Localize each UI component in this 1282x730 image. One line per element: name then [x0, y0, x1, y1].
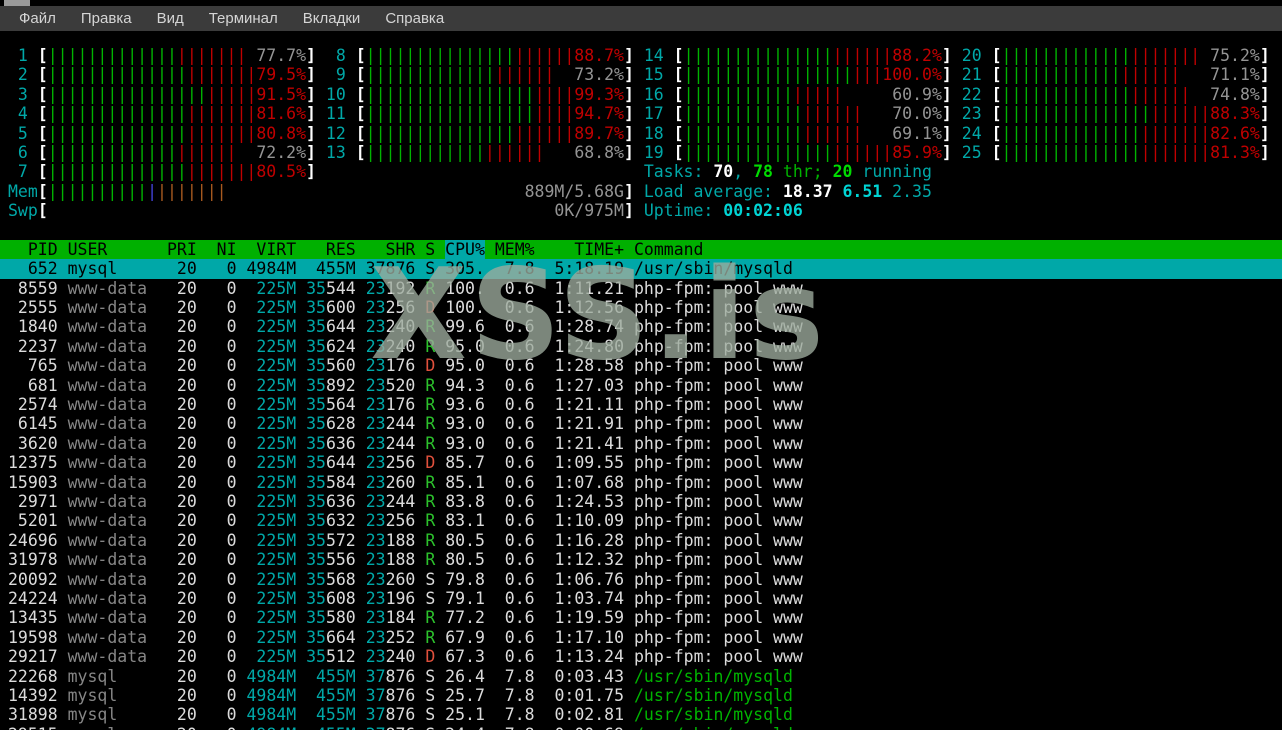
meter-row: 7 [|||||||||||||||||||||80.5%] Tasks: 70…: [8, 162, 932, 182]
menu-help[interactable]: Справка: [376, 8, 453, 29]
process-row[interactable]: 29515 mysql 20 0 4984M 455M 37876 S 24.4…: [0, 725, 1282, 730]
meter-row: 4 [|||||||||||||||||||||81.6%] 11 [|||||…: [8, 104, 1270, 124]
column-header-CPU%[interactable]: CPU%: [445, 239, 485, 259]
process-row[interactable]: 2555 www-data 20 0 225M 35600 23256 D 10…: [0, 298, 1282, 317]
htop-output: 1 [|||||||||||||||||||| 77.7%] 8 [||||||…: [0, 46, 1282, 730]
process-row[interactable]: 8559 www-data 20 0 225M 35544 23192 R 10…: [0, 279, 1282, 298]
process-row[interactable]: 31978 www-data 20 0 225M 35556 23188 R 8…: [0, 550, 1282, 569]
menu-tabs[interactable]: Вкладки: [294, 8, 370, 29]
process-table: PID USER PRI NI VIRT RES SHR S CPU% MEM%…: [0, 239, 1282, 730]
column-header-RES[interactable]: RES: [306, 240, 356, 259]
table-header: PID USER PRI NI VIRT RES SHR S CPU% MEM%…: [0, 239, 1282, 260]
cpu-meters: 1 [|||||||||||||||||||| 77.7%] 8 [||||||…: [0, 46, 1282, 221]
process-row[interactable]: 15903 www-data 20 0 225M 35584 23260 R 8…: [0, 473, 1282, 492]
menu-file[interactable]: Файл: [10, 8, 65, 29]
process-row[interactable]: 14392 mysql 20 0 4984M 455M 37876 S 25.7…: [0, 686, 1282, 705]
process-row[interactable]: 20092 www-data 20 0 225M 35568 23260 S 7…: [0, 570, 1282, 589]
process-row[interactable]: 765 www-data 20 0 225M 35560 23176 D 95.…: [0, 356, 1282, 375]
process-row[interactable]: 22268 mysql 20 0 4984M 455M 37876 S 26.4…: [0, 667, 1282, 686]
process-row[interactable]: 12375 www-data 20 0 225M 35644 23256 D 8…: [0, 453, 1282, 472]
column-header-MEM%[interactable]: MEM%: [495, 240, 535, 259]
column-header-SHR[interactable]: SHR: [366, 240, 416, 259]
process-row[interactable]: 13435 www-data 20 0 225M 35580 23184 R 7…: [0, 608, 1282, 627]
process-row[interactable]: 2574 www-data 20 0 225M 35564 23176 R 93…: [0, 395, 1282, 414]
meter-row: 6 [||||||||||||||||||| 72.2%] 13 [||||||…: [8, 142, 1270, 162]
process-row[interactable]: 5201 www-data 20 0 225M 35632 23256 R 83…: [0, 511, 1282, 530]
blank-line: [0, 221, 1282, 240]
menu-view[interactable]: Вид: [148, 8, 193, 29]
column-header-TIME+[interactable]: TIME+: [545, 240, 624, 259]
process-row[interactable]: 6145 www-data 20 0 225M 35628 23244 R 93…: [0, 414, 1282, 433]
process-row[interactable]: 2237 www-data 20 0 225M 35624 23240 R 95…: [0, 337, 1282, 356]
menu-terminal[interactable]: Терминал: [200, 8, 287, 29]
meter-row: 2 [|||||||||||||||||||||79.5%] 9 [||||||…: [8, 65, 1270, 85]
process-row[interactable]: 19598 www-data 20 0 225M 35664 23252 R 6…: [0, 628, 1282, 647]
meter-row: 3 [|||||||||||||||||||||91.5%] 10 [|||||…: [8, 84, 1270, 104]
meter-row: Swp[ 0K/975M] Uptime: 00:02:06: [8, 201, 803, 221]
process-row[interactable]: 2971 www-data 20 0 225M 35636 23244 R 83…: [0, 492, 1282, 511]
column-header-USER[interactable]: USER: [68, 240, 157, 259]
column-header-PRI[interactable]: PRI: [167, 240, 197, 259]
process-row-selected[interactable]: 652 mysql 20 0 4984M 455M 37876 S 305. 7…: [0, 259, 1282, 279]
process-row[interactable]: 29217 www-data 20 0 225M 35512 23240 D 6…: [0, 647, 1282, 666]
column-header-VIRT[interactable]: VIRT: [246, 240, 296, 259]
menubar: Файл Правка Вид Терминал Вкладки Справка: [0, 6, 1282, 31]
meter-row: 5 [|||||||||||||||||||||80.8%] 12 [|||||…: [8, 123, 1270, 143]
column-header-Command[interactable]: Command: [634, 240, 704, 259]
column-header-S[interactable]: S: [425, 240, 435, 259]
process-row[interactable]: 1840 www-data 20 0 225M 35644 23240 R 99…: [0, 317, 1282, 336]
meter-row: 1 [|||||||||||||||||||| 77.7%] 8 [||||||…: [8, 46, 1270, 65]
column-header-NI[interactable]: NI: [207, 240, 237, 259]
meter-row: Mem[|||||||||||||||||| 889M/5.68G] Load …: [8, 181, 932, 201]
process-row[interactable]: 24696 www-data 20 0 225M 35572 23188 R 8…: [0, 531, 1282, 550]
menu-edit[interactable]: Правка: [72, 8, 141, 29]
process-row[interactable]: 24224 www-data 20 0 225M 35608 23196 S 7…: [0, 589, 1282, 608]
column-header-PID[interactable]: PID: [8, 240, 58, 259]
process-row[interactable]: 3620 www-data 20 0 225M 35636 23244 R 93…: [0, 434, 1282, 453]
process-row[interactable]: 31898 mysql 20 0 4984M 455M 37876 S 25.1…: [0, 705, 1282, 724]
process-row[interactable]: 681 www-data 20 0 225M 35892 23520 R 94.…: [0, 376, 1282, 395]
